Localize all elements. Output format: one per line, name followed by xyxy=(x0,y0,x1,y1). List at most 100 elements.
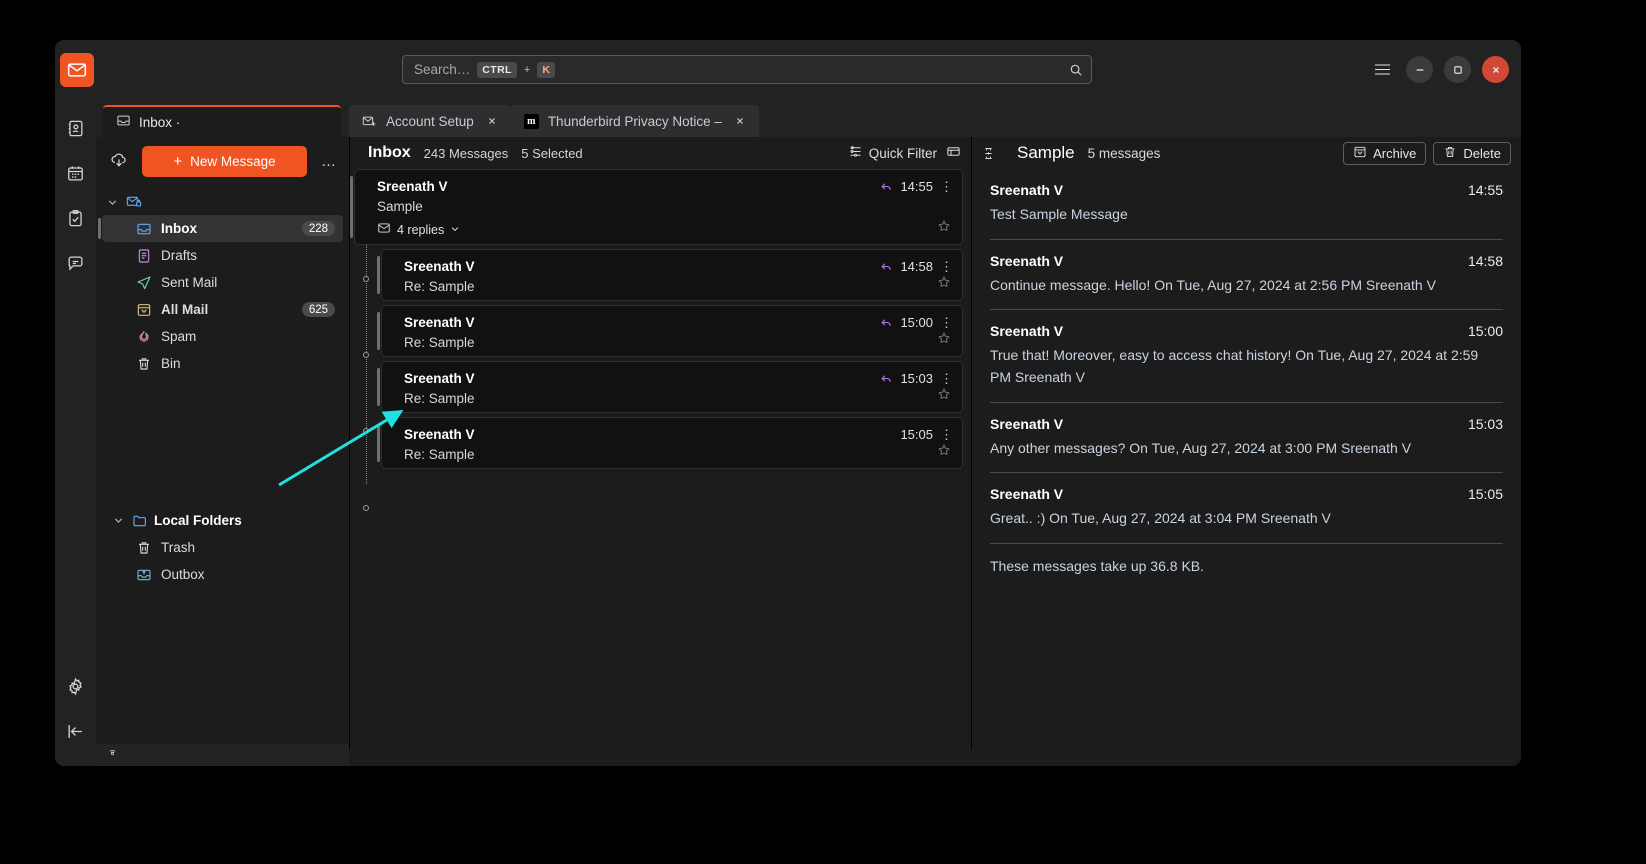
sidebar-item-outbox-label: Outbox xyxy=(161,567,343,582)
maximize-icon[interactable] xyxy=(1444,56,1471,83)
quick-filter-button[interactable]: Quick Filter xyxy=(848,144,937,162)
sidebar-item-inbox[interactable]: Inbox 228 xyxy=(102,215,343,242)
quick-filter-label: Quick Filter xyxy=(869,146,937,161)
table-row[interactable]: Sreenath V 15:03 ⋮ Re: Sample xyxy=(381,361,963,413)
close-icon[interactable] xyxy=(731,112,749,130)
hamburger-menu-icon[interactable] xyxy=(1369,57,1395,83)
close-icon[interactable] xyxy=(1482,56,1509,83)
delete-button[interactable]: Delete xyxy=(1433,142,1511,165)
message-time: 14:55 xyxy=(900,179,933,194)
thread-summary-icon[interactable] xyxy=(972,146,1004,161)
sidebar-item-trash[interactable]: Trash xyxy=(102,534,343,561)
message-subject: Re: Sample xyxy=(404,447,950,462)
trash-folder-icon xyxy=(136,540,152,556)
tasks-icon[interactable] xyxy=(61,203,91,233)
folder-tree: Inbox 228 Drafts xyxy=(96,185,349,744)
more-options-icon[interactable]: ⋮ xyxy=(940,375,950,383)
message-sender: Sreenath V xyxy=(377,179,448,194)
list-item[interactable]: Sreenath V 15:03 Any other messages? On … xyxy=(990,403,1503,474)
list-item[interactable]: Sreenath V 14:58 Continue message. Hello… xyxy=(990,240,1503,311)
display-options-icon[interactable] xyxy=(946,144,961,162)
sidebar-item-local-folders[interactable]: Local Folders xyxy=(102,507,343,534)
chevron-down-icon[interactable] xyxy=(113,515,126,526)
selected-count: 5 Selected xyxy=(521,146,582,161)
message-subject: Sample xyxy=(377,199,950,214)
sidebar-item-bin[interactable]: Bin xyxy=(102,350,343,377)
message-subject: Re: Sample xyxy=(404,279,950,294)
get-messages-icon[interactable] xyxy=(105,148,132,175)
star-icon[interactable] xyxy=(937,219,951,238)
close-icon[interactable] xyxy=(483,112,501,130)
thunderbird-window: Search… CTRL + K xyxy=(55,40,1521,766)
tab-account-setup[interactable]: Account Setup xyxy=(349,105,511,137)
archive-button[interactable]: Archive xyxy=(1343,142,1426,165)
thread-size-note: These messages take up 36.8 KB. xyxy=(990,544,1503,574)
search-kbd-k: K xyxy=(537,62,555,78)
list-item[interactable]: Sreenath V 15:00 True that! Moreover, ea… xyxy=(990,310,1503,402)
star-icon[interactable] xyxy=(937,275,951,294)
sidebar-item-spam[interactable]: Spam xyxy=(102,323,343,350)
sidebar-item-trash-label: Trash xyxy=(161,540,343,555)
message-time: 15:03 xyxy=(900,371,933,386)
sidebar-item-outbox[interactable]: Outbox xyxy=(102,561,343,588)
message-list-header: Inbox 243 Messages 5 Selected xyxy=(350,137,971,169)
thread-replies-toggle[interactable]: 4 replies xyxy=(377,221,950,238)
replied-icon xyxy=(880,260,893,273)
delete-label: Delete xyxy=(1463,146,1501,161)
account-row[interactable] xyxy=(96,189,349,215)
summary-time: 15:00 xyxy=(1468,323,1503,339)
archive-icon xyxy=(1353,145,1367,162)
replied-icon xyxy=(880,372,893,385)
table-row[interactable]: Sreenath V 14:55 ⋮ xyxy=(354,169,963,245)
more-options-icon[interactable]: ⋮ xyxy=(940,263,950,271)
chevron-down-icon[interactable] xyxy=(107,197,120,208)
star-icon[interactable] xyxy=(937,387,951,406)
more-options-icon[interactable]: ⋮ xyxy=(940,431,950,439)
more-options-icon[interactable]: ⋮ xyxy=(940,183,950,191)
thread-replies-label: 4 replies xyxy=(397,223,444,237)
new-message-label: New Message xyxy=(190,154,276,169)
folder-toolbar: + New Message … xyxy=(96,137,349,185)
folder-pane: Inbox · + New Message … xyxy=(96,99,349,766)
message-count: 243 Messages xyxy=(424,146,509,161)
star-icon[interactable] xyxy=(937,331,951,350)
summary-sender: Sreenath V xyxy=(990,323,1063,339)
thread-message-count: 5 messages xyxy=(1088,146,1161,161)
search-input[interactable]: Search… CTRL + K xyxy=(402,55,1092,84)
table-row[interactable]: Sreenath V 14:58 ⋮ Re: Sample xyxy=(381,249,963,301)
settings-gear-icon[interactable] xyxy=(61,676,91,706)
tab-inbox-label: Inbox · xyxy=(139,115,180,130)
sidebar-item-sent-mail[interactable]: Sent Mail xyxy=(102,269,343,296)
message-list[interactable]: Sreenath V 14:55 ⋮ xyxy=(350,169,971,750)
minimize-icon[interactable] xyxy=(1406,56,1433,83)
sidebar-item-drafts[interactable]: Drafts xyxy=(102,242,343,269)
thunderbird-mail-icon xyxy=(60,53,94,87)
folder-tree-spacer xyxy=(96,377,349,507)
message-subject: Re: Sample xyxy=(404,391,950,406)
address-book-icon[interactable] xyxy=(61,113,91,143)
star-icon[interactable] xyxy=(937,443,951,462)
bottom-bar xyxy=(349,750,1521,766)
folder-more-button[interactable]: … xyxy=(317,153,341,170)
calendar-icon[interactable] xyxy=(61,158,91,188)
mail-account-icon xyxy=(126,194,142,210)
collapse-rail-icon[interactable] xyxy=(61,721,91,751)
tab-thunderbird-privacy-notice[interactable]: m Thunderbird Privacy Notice – xyxy=(511,105,759,137)
more-options-icon[interactable]: ⋮ xyxy=(940,319,950,327)
new-message-button[interactable]: + New Message xyxy=(142,146,307,177)
table-row[interactable]: Sreenath V 15:00 ⋮ Re: Sample xyxy=(381,305,963,357)
chevron-down-icon[interactable] xyxy=(450,223,460,237)
thread-node xyxy=(363,428,369,434)
chat-icon[interactable] xyxy=(61,248,91,278)
thread-node xyxy=(363,352,369,358)
summary-snippet: Great.. :) On Tue, Aug 27, 2024 at 3:04 … xyxy=(990,508,1503,530)
window-body: Inbox · + New Message … xyxy=(55,99,1521,766)
tab-inbox[interactable]: Inbox · xyxy=(103,105,341,137)
summary-sender: Sreenath V xyxy=(990,416,1063,432)
list-item[interactable]: Sreenath V 14:55 Test Sample Message xyxy=(990,169,1503,240)
tab-thunderbird-privacy-notice-label: Thunderbird Privacy Notice – xyxy=(548,114,722,129)
sidebar-item-all-mail[interactable]: All Mail 625 xyxy=(102,296,343,323)
list-item[interactable]: Sreenath V 15:05 Great.. :) On Tue, Aug … xyxy=(990,473,1503,544)
summary-snippet: True that! Moreover, easy to access chat… xyxy=(990,345,1503,388)
table-row[interactable]: Sreenath V 15:05 ⋮ Re: Sample xyxy=(381,417,963,469)
